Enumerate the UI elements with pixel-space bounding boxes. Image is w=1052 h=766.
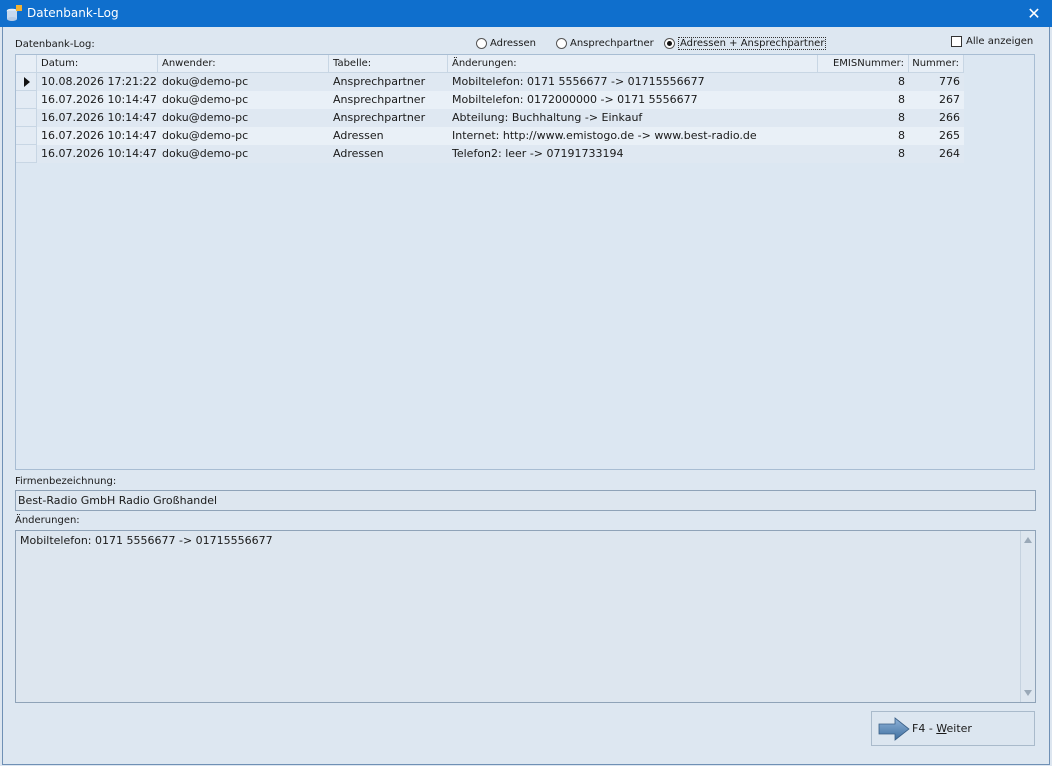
cell-anwender: doku@demo-pc [158, 145, 329, 163]
table-row[interactable]: 16.07.2026 10:14:47 doku@demo-pc Adresse… [16, 145, 964, 163]
cell-tabelle: Ansprechpartner [329, 91, 448, 109]
radio-circle-icon[interactable] [556, 37, 567, 49]
table-row[interactable]: 16.07.2026 10:14:47 doku@demo-pc Adresse… [16, 127, 964, 145]
arrow-right-icon [878, 716, 910, 741]
firm-field[interactable]: Best-Radio GmbH Radio Großhandel [15, 490, 1036, 511]
header-datum[interactable]: Datum: [37, 55, 158, 73]
table-row[interactable]: 16.07.2026 10:14:47 doku@demo-pc Ansprec… [16, 109, 964, 127]
continue-button[interactable]: F4 - Weiter [871, 711, 1035, 746]
cell-datum: 16.07.2026 10:14:47 [37, 127, 158, 145]
cell-aenderungen: Internet: http://www.emistogo.de -> www.… [448, 127, 818, 145]
cell-emisnummer: 8 [818, 145, 909, 163]
cell-emisnummer: 8 [818, 127, 909, 145]
log-label: Datenbank-Log: [15, 39, 95, 50]
memo-scrollbar[interactable] [1020, 531, 1035, 702]
cell-tabelle: Adressen [329, 145, 448, 163]
changes-label: Änderungen: [15, 515, 80, 526]
cell-datum: 16.07.2026 10:14:47 [37, 109, 158, 127]
row-indicator [16, 73, 37, 91]
header-indicator [16, 55, 37, 73]
cell-anwender: doku@demo-pc [158, 91, 329, 109]
cell-aenderungen: Mobiltelefon: 0171 5556677 -> 0171555667… [448, 73, 818, 91]
row-indicator [16, 127, 37, 145]
cell-aenderungen: Mobiltelefon: 0172000000 -> 0171 5556677 [448, 91, 818, 109]
radio-adressen-ansprechpartner[interactable]: Adressen + Ansprechpartner [664, 36, 827, 50]
table-header: Datum: Anwender: Tabelle: Änderungen: EM… [16, 55, 964, 73]
header-aenderungen[interactable]: Änderungen: [448, 55, 818, 73]
row-indicator [16, 91, 37, 109]
cell-nummer: 776 [909, 73, 964, 91]
cell-anwender: doku@demo-pc [158, 109, 329, 127]
firm-label: Firmenbezeichnung: [15, 476, 117, 487]
radio-label: Adressen [490, 37, 536, 49]
current-row-arrow-icon [24, 77, 30, 87]
button-accel: W [936, 722, 947, 735]
radio-ansprechpartner[interactable]: Ansprechpartner [556, 36, 654, 50]
cell-anwender: doku@demo-pc [158, 73, 329, 91]
scroll-down-icon[interactable] [1024, 690, 1032, 696]
close-icon[interactable]: ✕ [1016, 0, 1052, 27]
cell-anwender: doku@demo-pc [158, 127, 329, 145]
cell-nummer: 267 [909, 91, 964, 109]
cell-datum: 16.07.2026 10:14:47 [37, 145, 158, 163]
radio-label: Ansprechpartner [570, 37, 654, 49]
button-rest: eiter [946, 722, 972, 735]
header-tabelle[interactable]: Tabelle: [329, 55, 448, 73]
cell-nummer: 264 [909, 145, 964, 163]
changes-value: Mobiltelefon: 0171 5556677 -> 0171555667… [20, 534, 273, 547]
scroll-up-icon[interactable] [1024, 537, 1032, 543]
show-all-checkbox[interactable]: Alle anzeigen [951, 36, 1033, 47]
cell-nummer: 266 [909, 109, 964, 127]
radio-adressen[interactable]: Adressen [476, 36, 536, 50]
log-table[interactable]: Datum: Anwender: Tabelle: Änderungen: EM… [15, 54, 1035, 470]
cell-emisnummer: 8 [818, 73, 909, 91]
show-all-label: Alle anzeigen [966, 36, 1034, 47]
cell-datum: 16.07.2026 10:14:47 [37, 91, 158, 109]
cell-tabelle: Adressen [329, 127, 448, 145]
table-row[interactable]: 16.07.2026 10:14:47 doku@demo-pc Ansprec… [16, 91, 964, 109]
cell-nummer: 265 [909, 127, 964, 145]
firm-value: Best-Radio GmbH Radio Großhandel [18, 494, 218, 507]
radio-circle-icon[interactable] [476, 37, 487, 49]
changes-memo[interactable]: Mobiltelefon: 0171 5556677 -> 0171555667… [15, 530, 1036, 703]
checkbox-icon[interactable] [951, 36, 962, 47]
table-row[interactable]: 10.08.2026 17:21:22 doku@demo-pc Ansprec… [16, 73, 964, 91]
radio-circle-checked-icon[interactable] [664, 37, 675, 49]
cell-aenderungen: Telefon2: leer -> 07191733194 [448, 145, 818, 163]
window-title: Datenbank-Log [27, 6, 119, 20]
header-emisnummer[interactable]: EMISNummer: [818, 55, 909, 73]
row-indicator [16, 145, 37, 163]
database-app-icon [6, 5, 22, 21]
cell-tabelle: Ansprechpartner [329, 109, 448, 127]
radio-label: Adressen + Ansprechpartner [678, 36, 827, 50]
continue-button-label: F4 - Weiter [912, 722, 972, 735]
title-bar: Datenbank-Log ✕ [0, 0, 1052, 27]
header-nummer[interactable]: Nummer: [909, 55, 964, 73]
button-prefix: F4 - [912, 722, 937, 735]
header-anwender[interactable]: Anwender: [158, 55, 329, 73]
cell-aenderungen: Abteilung: Buchhaltung -> Einkauf [448, 109, 818, 127]
cell-emisnummer: 8 [818, 91, 909, 109]
cell-tabelle: Ansprechpartner [329, 73, 448, 91]
cell-emisnummer: 8 [818, 109, 909, 127]
row-indicator [16, 109, 37, 127]
cell-datum: 10.08.2026 17:21:22 [37, 73, 158, 91]
